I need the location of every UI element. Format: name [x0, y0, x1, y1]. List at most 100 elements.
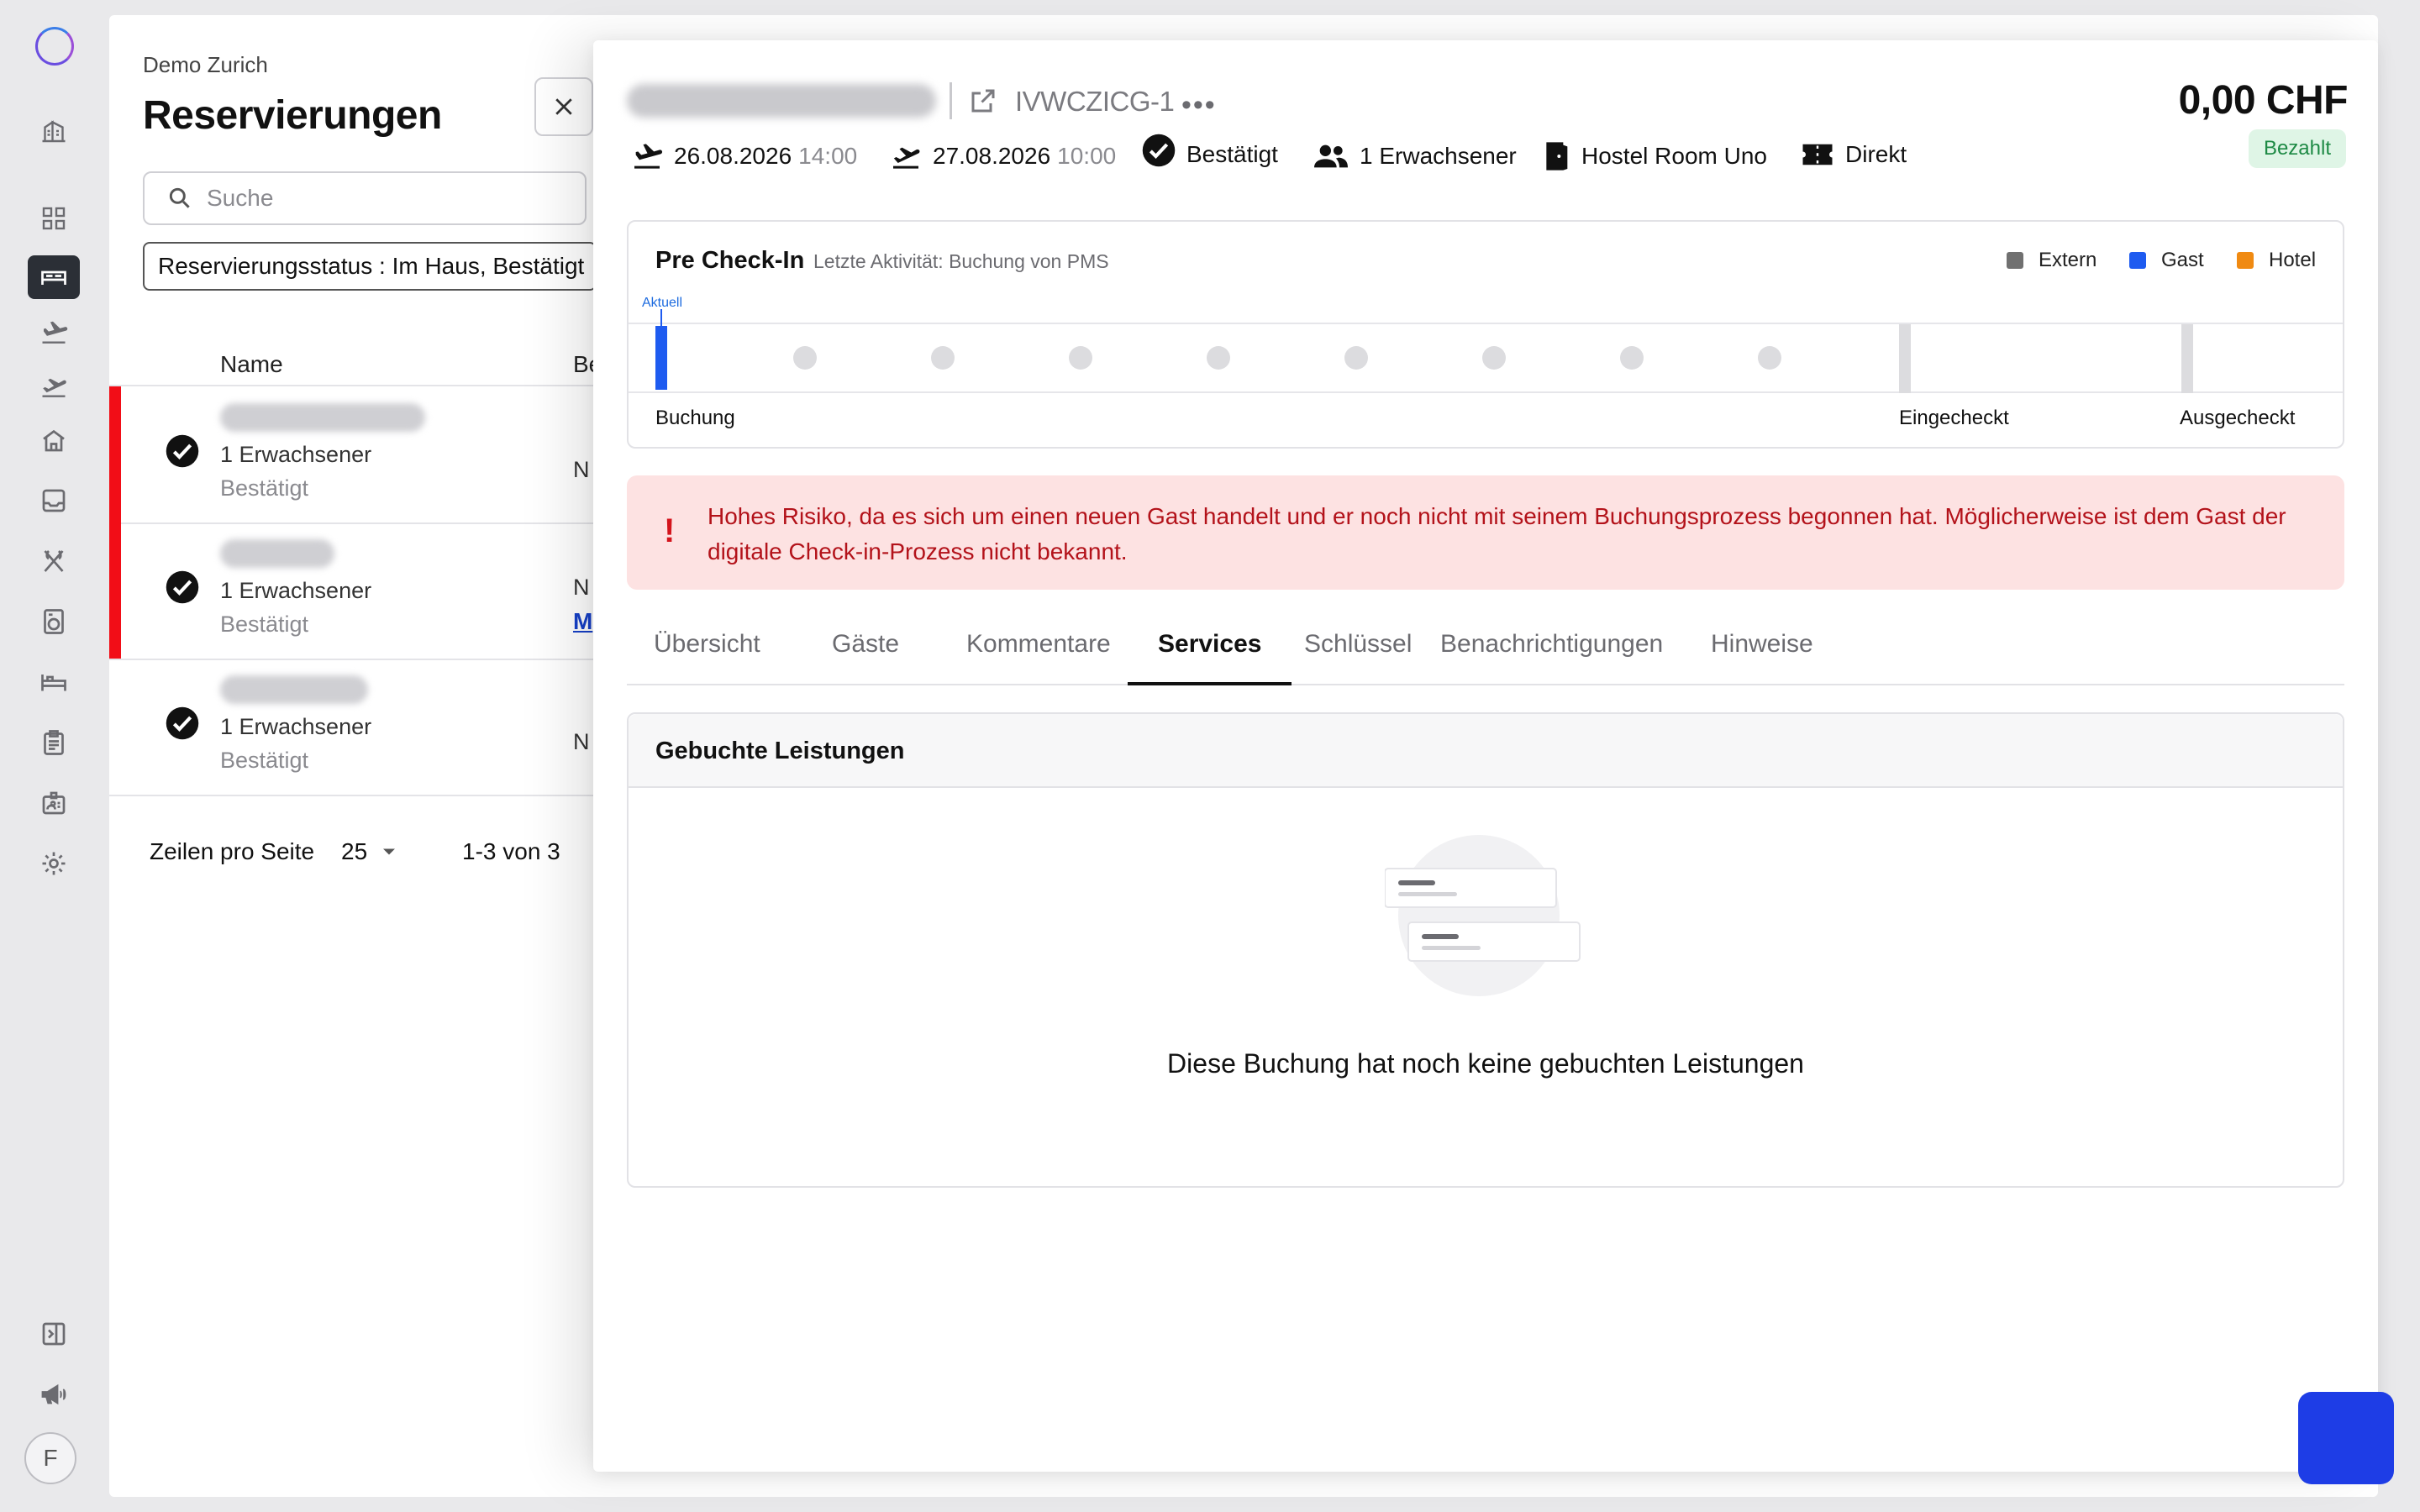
tab-overview[interactable]: Übersicht	[654, 628, 760, 685]
row-second-col-link[interactable]: M	[573, 608, 592, 635]
timeline-current-marker	[660, 309, 662, 328]
empty-state-message: Diese Buchung hat noch keine gebuchten L…	[1167, 1048, 1804, 1079]
user-avatar[interactable]: F	[24, 1432, 76, 1484]
arrival-time: 14:00	[798, 143, 858, 169]
page-title: Reservierungen	[143, 93, 442, 138]
timeline-step-dot	[1758, 346, 1781, 370]
timeline-checkin-marker	[1899, 324, 1911, 393]
hotel-building-icon[interactable]	[28, 109, 80, 153]
table-row[interactable]: 1 Erwachsener Bestätigt N	[109, 386, 590, 522]
booking-status-label: Bestätigt	[1186, 141, 1278, 167]
rows-per-page-label: Zeilen pro Seite	[150, 838, 315, 864]
arrival-date: 26.08.2026	[674, 143, 792, 169]
row-second-col: N	[573, 457, 590, 482]
timeline-checkout-marker	[2181, 324, 2193, 393]
departure-plane-icon[interactable]	[28, 365, 80, 408]
ticket-icon	[1802, 144, 1833, 165]
timeline-checkout-label: Ausgecheckt	[2180, 407, 2296, 429]
departure-date: 27.08.2026	[933, 143, 1051, 169]
timeline-top-border	[629, 323, 2343, 324]
legend-label-hotel: Hotel	[2269, 249, 2317, 271]
booked-services-header: Gebuchte Leistungen	[629, 714, 2343, 788]
column-header-name[interactable]: Name	[220, 351, 283, 378]
status-filter-chip[interactable]: Reservierungsstatus : Im Haus, Bestätigt	[143, 242, 597, 291]
departure-info: 27.08.2026 10:00	[889, 139, 1116, 173]
row-guests: 1 Erwachsener	[220, 442, 372, 467]
restaurant-icon[interactable]	[28, 539, 80, 583]
channel-label: Direkt	[1845, 141, 1907, 167]
house-icon[interactable]	[28, 418, 80, 462]
risk-flag	[109, 522, 121, 659]
tab-notes[interactable]: Hinweise	[1711, 628, 1813, 685]
megaphone-icon[interactable]	[28, 1373, 80, 1416]
reservation-code: IVWCZICG-1	[1015, 86, 1175, 117]
guest-name-redacted	[220, 675, 368, 704]
row-second-col: N	[573, 575, 590, 600]
dashboard-grid-icon[interactable]	[28, 197, 80, 240]
confirmed-check-icon	[166, 570, 199, 604]
timeline-step-dot	[793, 346, 817, 370]
row-second-col: N	[573, 729, 590, 754]
precheckin-title: Pre Check-In	[655, 247, 805, 274]
arrival-plane-icon	[634, 144, 663, 169]
collapse-sidebar-icon[interactable]	[28, 1312, 80, 1356]
app-sidebar: F	[0, 0, 109, 1512]
balance-amount: 0,00 CHF	[2178, 78, 2349, 123]
row-guests: 1 Erwachsener	[220, 714, 372, 739]
inbox-icon[interactable]	[28, 479, 80, 522]
open-external-icon[interactable]	[968, 86, 998, 116]
search-input[interactable]: Suche	[143, 171, 587, 225]
risk-alert: ! Hohes Risiko, da es sich um einen neue…	[627, 475, 2344, 590]
legend-extern: Extern	[2007, 249, 2096, 272]
tab-comments[interactable]: Kommentare	[966, 628, 1111, 685]
tab-notifications[interactable]: Benachrichtigungen	[1440, 628, 1663, 685]
timeline-current-label: Aktuell	[642, 296, 683, 310]
id-badge-icon[interactable]	[28, 781, 80, 825]
rows-per-page-value: 25	[341, 838, 368, 864]
guest-name-redacted	[220, 403, 425, 432]
empty-list-illustration-icon	[1385, 835, 1581, 996]
row-status: Bestätigt	[220, 475, 309, 501]
search-placeholder: Suche	[207, 185, 274, 211]
more-options-icon[interactable]: •••	[1181, 89, 1217, 122]
tab-services[interactable]: Services	[1128, 628, 1292, 685]
channel-info: Direkt	[1800, 139, 1907, 170]
arrival-plane-icon[interactable]	[28, 311, 80, 354]
washing-machine-icon[interactable]	[28, 600, 80, 643]
app-logo-icon[interactable]	[35, 27, 74, 66]
table-row[interactable]: 1 Erwachsener Bestätigt N	[109, 659, 590, 795]
bed-reservations-icon[interactable]	[28, 255, 80, 299]
departure-plane-icon	[893, 147, 920, 169]
legend-swatch-gast	[2129, 252, 2146, 269]
row-guests: 1 Erwachsener	[220, 578, 372, 603]
table-row[interactable]: 1 Erwachsener Bestätigt N M	[109, 522, 592, 659]
settings-gear-icon[interactable]	[28, 842, 80, 885]
row-status: Bestätigt	[220, 748, 309, 773]
precheckin-last-activity: Letzte Aktivität: Buchung von PMS	[813, 250, 1109, 272]
legend-swatch-extern	[2007, 252, 2023, 269]
reservation-detail-modal: IVWCZICG-1 ••• 0,00 CHF Bezahlt 26.08.20…	[593, 40, 2378, 1472]
payment-status-badge: Bezahlt	[2248, 129, 2346, 168]
risk-flag	[109, 386, 121, 522]
support-chat-button[interactable]	[2298, 1392, 2394, 1484]
tab-keys[interactable]: Schlüssel	[1304, 628, 1412, 685]
departure-time: 10:00	[1057, 143, 1117, 169]
guest-count-label: 1 Erwachsener	[1360, 143, 1517, 169]
warning-icon: !	[664, 512, 676, 549]
timeline-current-bar	[655, 326, 667, 390]
legend-label-extern: Extern	[2039, 249, 2097, 271]
timeline-bottom-border	[629, 391, 2343, 393]
clipboard-icon[interactable]	[28, 721, 80, 764]
detail-tabs: Übersicht Gäste Kommentare Services Schl…	[627, 628, 2344, 685]
room-bed-icon[interactable]	[28, 660, 80, 704]
arrival-info: 26.08.2026 14:00	[630, 139, 857, 173]
risk-alert-message: Hohes Risiko, da es sich um einen neuen …	[708, 503, 2286, 564]
precheckin-card: Pre Check-In Letzte Aktivität: Buchung v…	[627, 220, 2344, 449]
close-detail-button[interactable]	[534, 77, 593, 136]
rows-per-page-select[interactable]: 25	[341, 838, 401, 865]
tab-guests[interactable]: Gäste	[832, 628, 899, 685]
confirmed-check-icon	[166, 434, 199, 468]
row-status: Bestätigt	[220, 612, 309, 637]
timeline-step-dot	[931, 346, 955, 370]
booked-services-title: Gebuchte Leistungen	[655, 738, 905, 764]
